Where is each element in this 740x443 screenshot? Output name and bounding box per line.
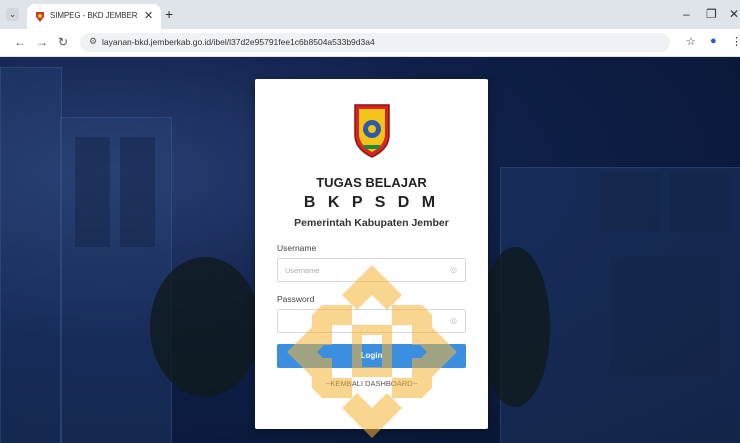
government-name: Pemerintah Kabupaten Jember [294,217,449,229]
reload-icon[interactable]: ↻ [58,35,68,49]
jember-crest-logo [354,104,390,158]
bookmark-star-icon[interactable]: ☆ [686,35,696,48]
background-window [75,137,110,247]
background-window [600,172,660,232]
tab-close-icon[interactable]: ✕ [144,9,153,22]
omnibox[interactable]: ⚙ layanan-bkd.jemberkab.go.id/ibel/l37d2… [80,33,670,52]
forward-icon[interactable]: → [36,35,48,49]
tab-title: SIMPEG - BKD JEMBER [50,11,138,20]
background-building [0,67,62,443]
background-window [610,257,720,377]
menu-icon[interactable]: ⋮ [731,35,740,48]
background-window [120,137,155,247]
page-background: TUGAS BELAJAR B K P S D M Pemerintah Kab… [0,57,740,443]
back-icon[interactable]: ← [14,35,26,49]
url-text[interactable]: layanan-bkd.jemberkab.go.id/ibel/l37d2e9… [102,37,375,47]
background-window [670,172,730,232]
agency-name: B K P S D M [303,194,440,211]
new-tab-icon[interactable]: + [165,6,173,22]
minimize-icon[interactable]: – [683,7,690,21]
page-title: TUGAS BELAJAR [316,175,427,190]
tab-strip: ⌄ SIMPEG - BKD JEMBER ✕ + – ❐ ✕ [0,0,740,29]
close-window-icon[interactable]: ✕ [729,7,739,21]
favicon-icon [36,12,44,22]
address-toolbar: ← → ↻ ⚙ layanan-bkd.jemberkab.go.id/ibel… [0,29,740,57]
site-info-icon[interactable]: ⚙ [89,36,97,47]
background-tree [480,247,550,407]
profile-icon[interactable]: ● [710,35,717,47]
browser-tab[interactable]: SIMPEG - BKD JEMBER ✕ [27,4,161,29]
username-label: Username [277,243,317,253]
maximize-icon[interactable]: ❐ [706,7,717,21]
tab-search-icon[interactable]: ⌄ [6,8,19,21]
background-tree [150,257,260,397]
watermark-logo [287,265,457,438]
